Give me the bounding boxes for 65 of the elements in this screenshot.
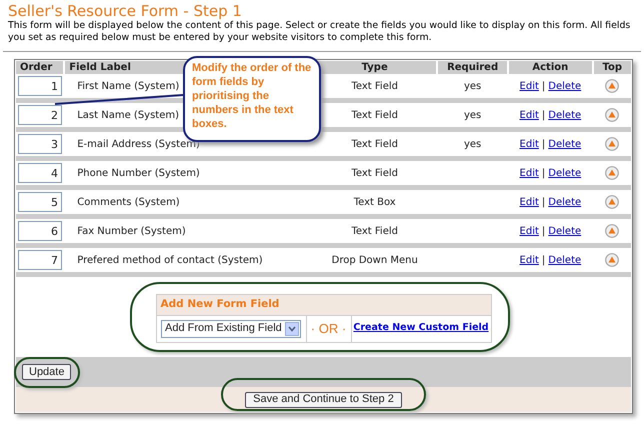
order-field[interactable]: 6 (18, 221, 62, 241)
callout-bubble: Modify the order of the form fields by prioritising the numbers in the text boxes. (183, 56, 321, 142)
form-description: This form will be displayed below the content of this page. Select or create the fields you would like to display on this form. All fields you set as required below must be entered by your website visitors to complete this form. (8, 20, 632, 44)
link-separator: | (542, 224, 546, 238)
order-field[interactable]: 2 (18, 105, 62, 125)
order-field[interactable]: 4 (18, 163, 62, 183)
column-header: Order (16, 61, 64, 74)
column-header: Action (509, 61, 592, 74)
table-cell-text: Text Field (350, 80, 399, 94)
move-to-top-icon[interactable] (605, 79, 620, 93)
order-field[interactable]: 1 (18, 76, 62, 96)
edit-link[interactable]: Edit (520, 108, 539, 122)
delete-link[interactable]: Delete (548, 136, 582, 152)
page-title: Seller's Resource Form - Step 1 (8, 2, 243, 20)
table-cell-text: Text Box (352, 196, 397, 210)
move-to-top-icon[interactable] (605, 195, 620, 209)
dropdown-icon[interactable] (285, 322, 299, 336)
delete-link[interactable]: Delete (548, 224, 582, 238)
table-cell-text: yes (464, 138, 482, 152)
order-field[interactable]: 3 (18, 134, 62, 154)
table-cell-text: Text Field (350, 224, 399, 238)
table-cell: Fax Number (System) (77, 226, 186, 236)
move-to-top-icon[interactable] (605, 224, 620, 238)
table-cell-text: yes (464, 80, 482, 94)
order-field[interactable]: 7 (18, 250, 62, 270)
column-header: Required (438, 61, 508, 74)
link-separator: | (542, 196, 546, 210)
link-separator: | (542, 166, 546, 180)
delete-link[interactable]: Delete (548, 194, 582, 210)
table-cell: Last Name (System) (77, 110, 180, 120)
existing-field-dropdown[interactable]: Add From Existing Field (161, 320, 301, 338)
or-label: · OR · (306, 316, 352, 342)
create-custom-field-link[interactable]: Create New Custom Field (353, 321, 489, 336)
table-cell-text: Text Field (350, 108, 399, 122)
move-to-top-icon[interactable] (605, 166, 620, 180)
delete-link[interactable]: Delete (548, 108, 582, 122)
update-button[interactable]: Update (22, 364, 72, 380)
delete-link[interactable]: Delete (548, 166, 582, 180)
edit-link[interactable]: Edit (520, 136, 539, 152)
edit-link[interactable]: Edit (520, 166, 539, 180)
link-separator: | (542, 108, 546, 122)
move-to-top-icon[interactable] (605, 253, 620, 267)
table-cell: First Name (System) (77, 80, 180, 92)
link-separator: | (542, 254, 546, 268)
table-cell-text: yes (464, 108, 482, 122)
order-field[interactable]: 5 (18, 192, 62, 212)
edit-link[interactable]: Edit (520, 224, 539, 238)
add-field-heading: Add New Form Field (156, 294, 490, 314)
column-header: Top (594, 61, 631, 74)
table-cell: Phone Number (System) (77, 168, 200, 178)
link-separator: | (542, 138, 546, 152)
delete-link[interactable]: Delete (548, 252, 582, 268)
table-cell: Comments (System) (77, 196, 180, 208)
edit-link[interactable]: Edit (520, 194, 539, 210)
table-cell-text: Text Field (350, 166, 399, 180)
delete-link[interactable]: Delete (548, 78, 582, 94)
move-to-top-icon[interactable] (605, 108, 620, 122)
move-to-top-icon[interactable] (605, 137, 620, 151)
edit-link[interactable]: Edit (520, 252, 539, 268)
table-cell: Prefered method of contact (System) (77, 254, 263, 266)
link-separator: | (542, 80, 546, 94)
edit-link[interactable]: Edit (520, 78, 539, 94)
table-cell-text: Drop Down Menu (330, 254, 419, 268)
table-cell-text: Text Field (350, 138, 399, 152)
save-continue-button[interactable]: Save and Continue to Step 2 (245, 392, 402, 408)
